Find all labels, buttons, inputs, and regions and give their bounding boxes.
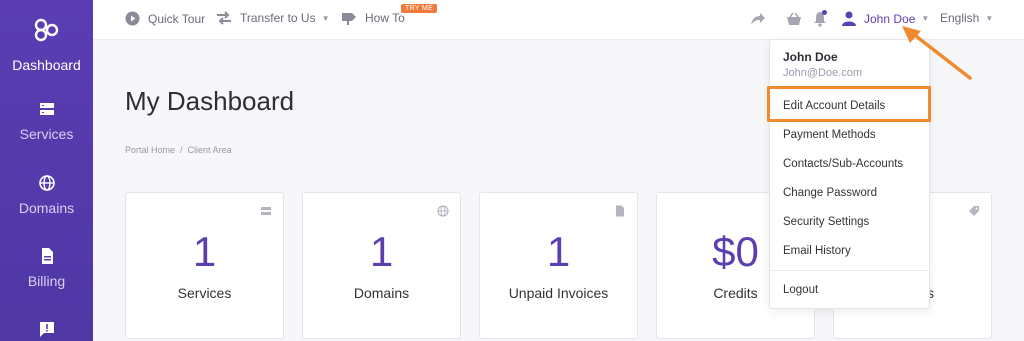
user-name: John Doe xyxy=(864,11,916,26)
basket-icon[interactable] xyxy=(786,12,802,26)
quick-tour-label: Quick Tour xyxy=(148,11,206,26)
document-icon xyxy=(616,205,624,217)
globe-icon xyxy=(437,205,449,217)
notification-dot xyxy=(822,10,827,15)
sidebar-item-label: Dashboard xyxy=(12,57,81,73)
page-title: My Dashboard xyxy=(125,86,295,116)
chevron-down-icon: ▼ xyxy=(321,13,330,23)
breadcrumb-item[interactable]: Portal Home xyxy=(125,145,175,155)
how-to-label: How To xyxy=(365,11,405,25)
dropdown-user-email: John@Doe.com xyxy=(783,67,863,79)
user-icon xyxy=(842,11,856,26)
share-icon[interactable] xyxy=(750,12,766,26)
server-icon xyxy=(39,103,54,115)
domains-card[interactable]: 1 Domains xyxy=(302,192,461,339)
sidebar-item-services[interactable]: Services xyxy=(0,100,93,142)
tag-icon xyxy=(969,206,979,216)
transfer-menu[interactable]: Transfer to Us ▼ xyxy=(216,11,330,25)
notifications-button[interactable] xyxy=(813,10,827,27)
logo-icon[interactable] xyxy=(33,18,61,42)
sidebar: Dashboard Services Domains Billing xyxy=(0,0,93,341)
globe-icon xyxy=(38,175,55,191)
user-menu[interactable]: John Doe ▼ xyxy=(842,11,929,26)
menu-item-security-settings[interactable]: Security Settings xyxy=(783,216,869,228)
card-label: Unpaid Invoices xyxy=(508,285,609,301)
sidebar-item-support[interactable] xyxy=(0,320,93,341)
breadcrumb-item: Client Area xyxy=(187,145,232,155)
menu-item-email-history[interactable]: Email History xyxy=(783,245,851,257)
sidebar-item-domains[interactable]: Domains xyxy=(0,174,93,216)
sidebar-item-billing[interactable]: Billing xyxy=(0,247,93,289)
services-card[interactable]: 1 Services xyxy=(125,192,284,339)
sidebar-item-dashboard[interactable]: Dashboard xyxy=(0,57,93,73)
how-to-link[interactable]: How To xyxy=(341,11,405,25)
menu-item-logout[interactable]: Logout xyxy=(783,284,818,296)
chevron-down-icon: ▼ xyxy=(985,13,994,23)
transfer-icon xyxy=(217,11,231,25)
try-me-badge: TRY ME xyxy=(401,4,437,13)
card-label: Services xyxy=(177,285,232,301)
dropdown-user-name: John Doe xyxy=(783,50,838,64)
breadcrumb-separator: / xyxy=(180,145,183,155)
language-label: English xyxy=(940,11,980,25)
transfer-label: Transfer to Us xyxy=(240,11,316,25)
sidebar-item-label: Services xyxy=(19,126,74,142)
breadcrumb: Portal Home / Client Area xyxy=(125,145,232,155)
support-icon xyxy=(39,322,54,337)
card-label: Domains xyxy=(353,285,410,301)
document-icon xyxy=(41,248,53,264)
menu-item-change-password[interactable]: Change Password xyxy=(783,187,877,199)
divider xyxy=(770,270,929,271)
server-icon xyxy=(261,207,271,215)
card-value: 1 xyxy=(546,228,571,275)
quick-tour-link[interactable]: Quick Tour xyxy=(125,11,205,26)
chevron-down-icon: ▼ xyxy=(921,14,930,23)
signpost-icon xyxy=(342,13,356,25)
card-value: 1 xyxy=(369,228,394,275)
language-menu[interactable]: English ▼ xyxy=(940,11,993,25)
unpaid-invoices-card[interactable]: 1 Unpaid Invoices xyxy=(479,192,638,339)
user-dropdown-menu: John Doe John@Doe.com Edit Account Detai… xyxy=(769,39,930,309)
menu-item-payment-methods[interactable]: Payment Methods xyxy=(783,129,876,141)
highlight-box xyxy=(767,86,931,122)
card-value: 1 xyxy=(192,228,217,275)
menu-item-contacts[interactable]: Contacts/Sub-Accounts xyxy=(783,158,903,170)
sidebar-item-label: Domains xyxy=(18,200,75,216)
sidebar-item-label: Billing xyxy=(27,273,66,289)
play-icon xyxy=(125,11,140,26)
